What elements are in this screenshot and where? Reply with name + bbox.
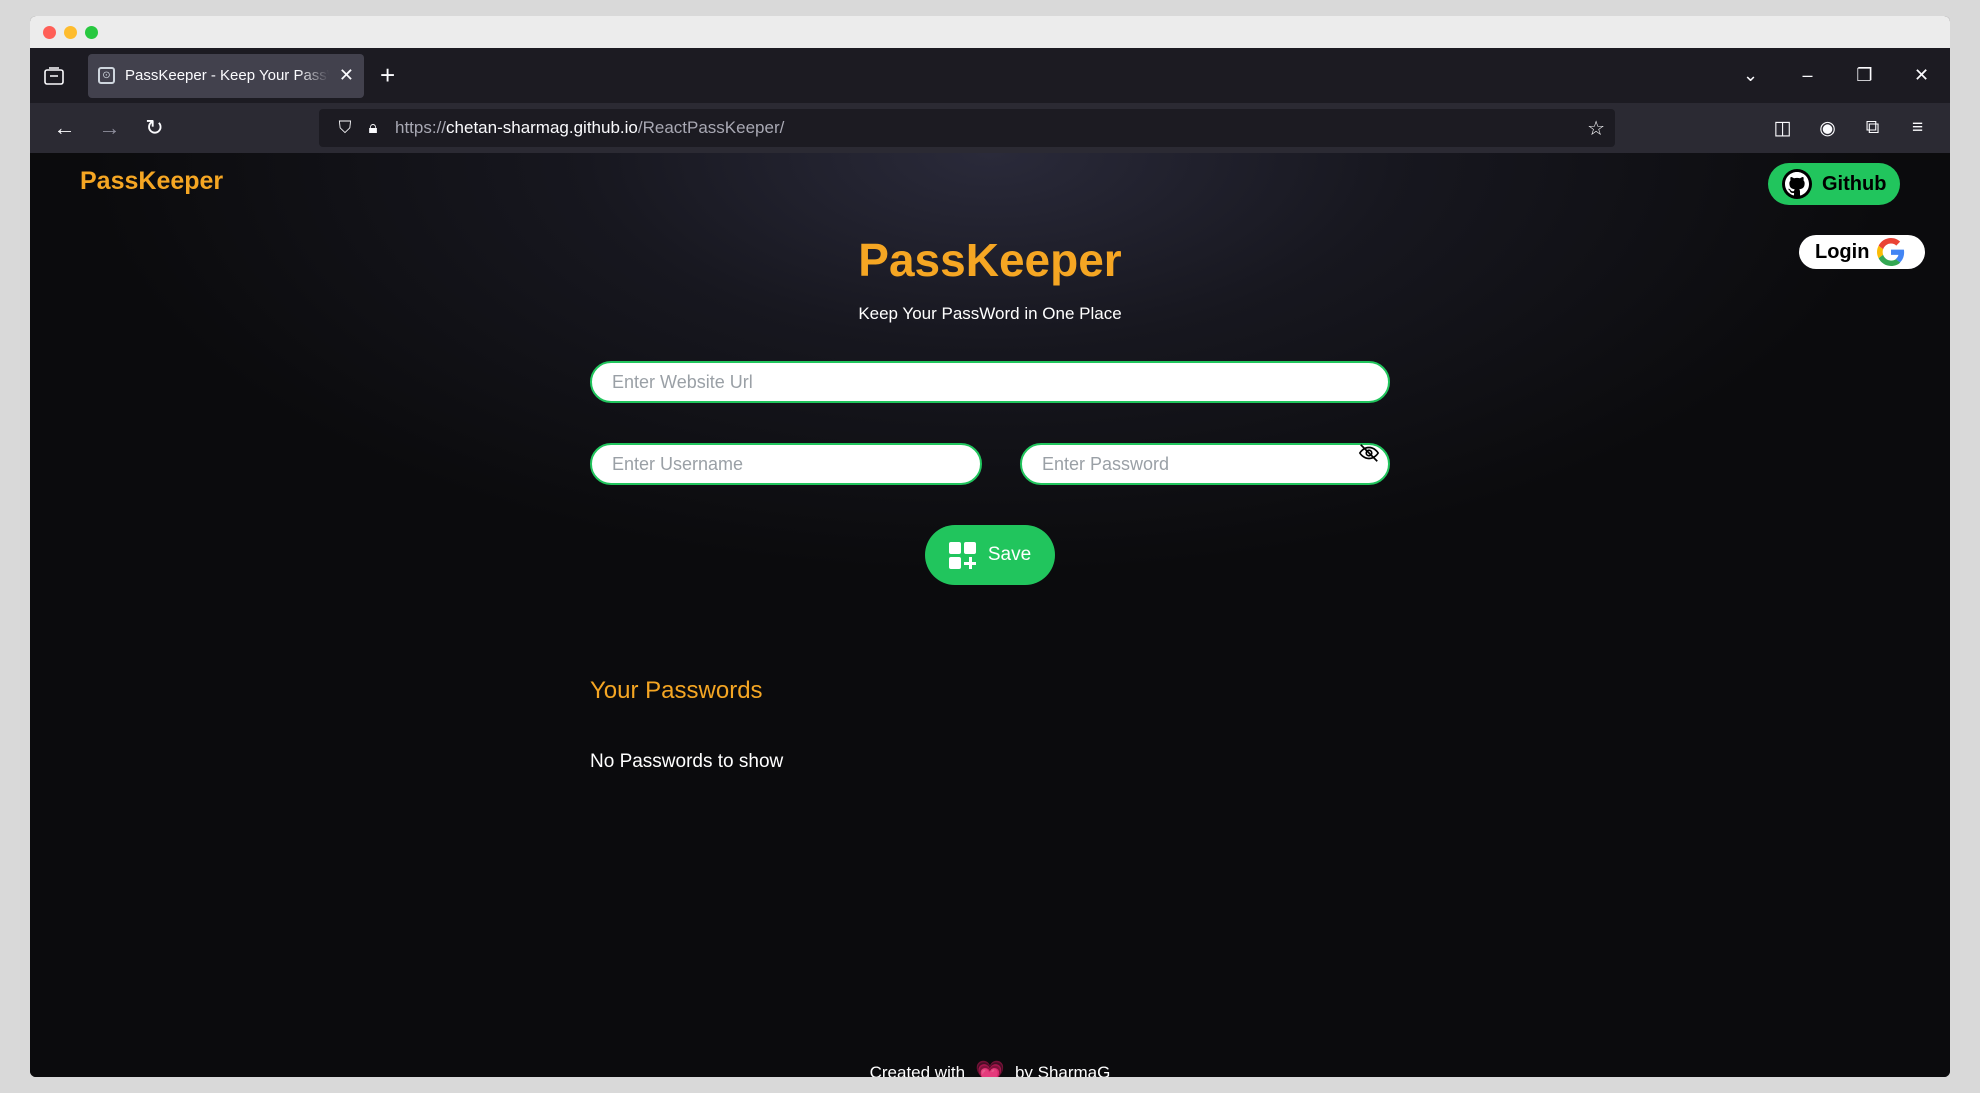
window-titlebar [30, 16, 1950, 48]
tab-list-icon [44, 66, 64, 85]
brand-logo[interactable]: PassKeeper [80, 167, 223, 196]
chevron-down-icon[interactable]: ⌄ [1722, 65, 1779, 86]
menu-icon[interactable]: ≡ [1895, 117, 1940, 139]
username-input[interactable] [590, 443, 982, 485]
page-content: PassKeeper Github Login PassKeeper Keep … [30, 153, 1950, 1077]
url-bar[interactable]: ⛉ 🔒︎ https://chetan-sharmag.github.io/Re… [319, 109, 1615, 147]
new-tab-button[interactable]: + [380, 60, 395, 91]
tab-title: PassKeeper - Keep Your PassWord in One P… [125, 67, 329, 84]
navigation-bar: ← → ↻ ⛉ 🔒︎ https://chetan-sharmag.github… [30, 103, 1950, 153]
website-url-input[interactable] [590, 361, 1390, 403]
empty-state-text: No Passwords to show [590, 751, 784, 772]
window-controls: ⌄ – ❐ ✕ [1722, 48, 1950, 103]
github-button[interactable]: Github [1768, 163, 1900, 205]
favicon-icon: ⊙ [98, 67, 115, 84]
tab-list-button[interactable] [30, 48, 78, 103]
footer: Created with 💗 by SharmaG [30, 1059, 1950, 1077]
url-text[interactable]: https://chetan-sharmag.github.io/ReactPa… [395, 118, 784, 138]
minimize-icon[interactable]: – [1779, 65, 1836, 86]
close-icon[interactable]: ✕ [1893, 65, 1950, 86]
maximize-window-dot[interactable] [85, 25, 98, 39]
title-pass: Pass [858, 234, 966, 286]
restore-icon[interactable]: ❐ [1836, 65, 1893, 86]
title-keeper: Keeper [965, 234, 1122, 286]
github-label: Github [1822, 172, 1887, 195]
reload-icon[interactable]: ↻ [132, 115, 177, 141]
footer-prefix: Created with [869, 1062, 966, 1077]
lock-icon[interactable]: 🔒︎ [359, 118, 387, 138]
brand-keeper: Keeper [138, 167, 224, 195]
passwords-heading: Your Passwords [590, 677, 763, 704]
toolbar-right: ◫ ◉ ⧉ ≡ [1760, 103, 1940, 153]
save-label: Save [987, 544, 1032, 565]
browser-window: ⊙ PassKeeper - Keep Your PassWord in One… [30, 16, 1950, 1077]
back-icon[interactable]: ← [42, 115, 87, 141]
password-input[interactable] [1020, 443, 1390, 485]
tab-close-icon[interactable]: ✕ [339, 65, 354, 86]
forward-icon[interactable]: → [87, 115, 132, 141]
footer-suffix: by SharmaG [1014, 1062, 1111, 1077]
account-icon[interactable]: ◉ [1805, 117, 1850, 140]
github-icon [1782, 169, 1812, 199]
page-subtitle: Keep Your PassWord in One Place [858, 304, 1122, 323]
minimize-window-dot[interactable] [64, 25, 77, 39]
url-host: chetan-sharmag.github.io [446, 118, 638, 137]
tab-passkeeper[interactable]: ⊙ PassKeeper - Keep Your PassWord in One… [88, 53, 364, 98]
brand-pass: Pass [80, 167, 139, 195]
extensions-icon[interactable]: ⧉ [1850, 117, 1895, 139]
close-window-dot[interactable] [43, 25, 56, 39]
url-path: /ReactPassKeeper/ [637, 118, 785, 137]
add-grid-icon [948, 541, 976, 569]
save-button[interactable]: Save [925, 525, 1055, 585]
url-scheme: https:// [395, 118, 447, 137]
pocket-icon[interactable]: ◫ [1760, 117, 1805, 140]
page-title: PassKeeper [30, 233, 1950, 287]
shield-icon[interactable]: ⛉ [331, 118, 359, 138]
bookmark-star-icon[interactable]: ☆ [1587, 116, 1605, 141]
eye-off-icon[interactable] [1358, 442, 1380, 464]
heart-icon: 💗 [975, 1060, 1005, 1077]
tab-bar: ⊙ PassKeeper - Keep Your PassWord in One… [30, 48, 1950, 103]
